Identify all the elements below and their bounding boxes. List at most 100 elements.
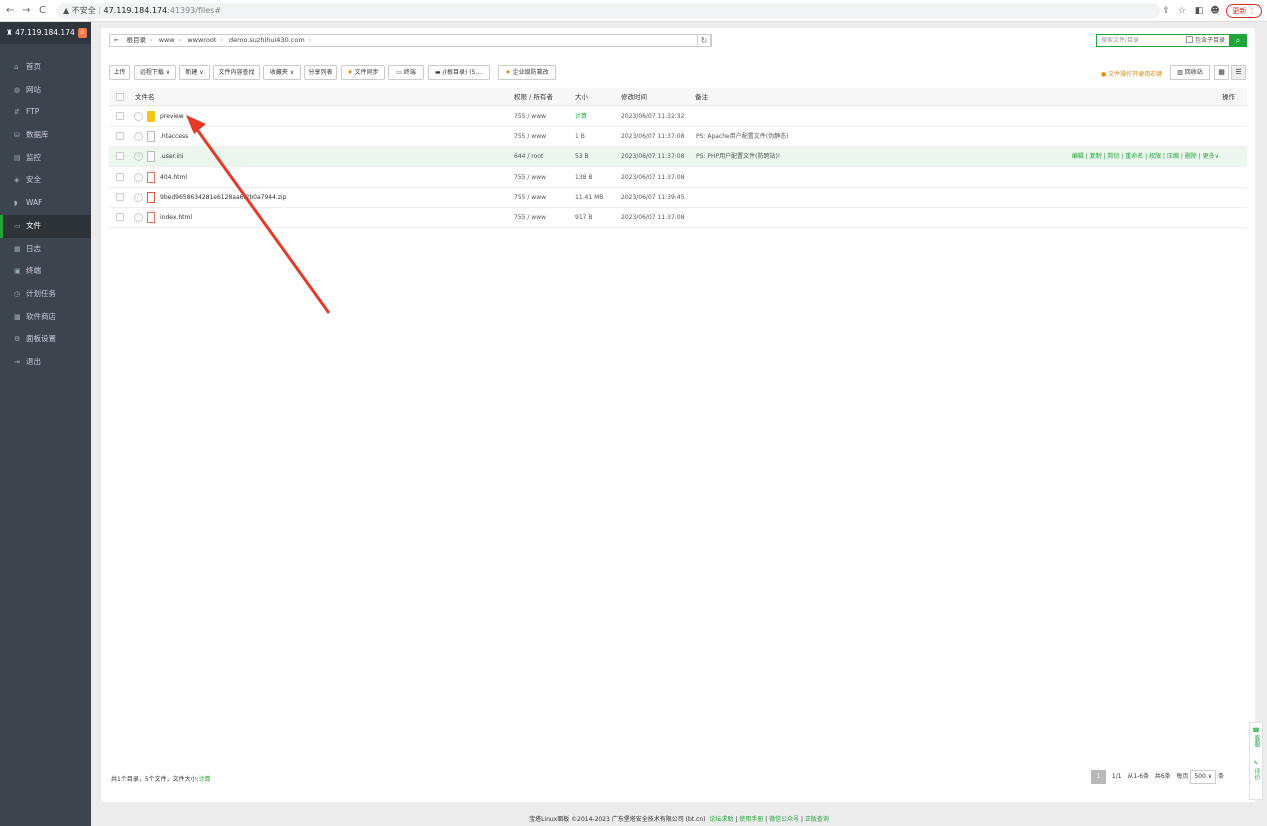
service-button[interactable]: ☎ 客服: [1250, 727, 1262, 750]
sidebar-icon: ▤: [14, 153, 21, 162]
row-checkbox[interactable]: [116, 192, 124, 201]
file-note[interactable]: PS: PHP用户配置文件(防跨站)!: [696, 147, 780, 167]
table-row[interactable]: ☆ preview 755 / www 计算 2023/06/07 11:32:32: [109, 107, 1247, 127]
sidebar-item-8[interactable]: ▦ 日志: [0, 238, 91, 261]
sidebar-item-5[interactable]: ◈ 安全: [0, 169, 91, 192]
server-header: ♜ 47.119.184.174 0: [0, 22, 91, 44]
file-size[interactable]: 计算: [575, 107, 587, 127]
share-list-button[interactable]: 分享列表: [304, 65, 337, 80]
url-host: 47.119.184.174: [103, 6, 168, 15]
grid-view-button[interactable]: ▦: [1214, 65, 1229, 80]
file-perm[interactable]: 755 / www: [514, 107, 546, 127]
select-all-checkbox[interactable]: [116, 93, 124, 101]
row-checkbox[interactable]: [116, 213, 124, 221]
share-icon[interactable]: ⇪: [1158, 3, 1174, 19]
favorite-star-icon[interactable]: ☆: [134, 112, 143, 121]
manual-link[interactable]: 使用手册: [739, 816, 763, 823]
notification-badge[interactable]: 0: [78, 28, 87, 38]
profile-icon[interactable]: ☻: [1207, 3, 1223, 19]
sidebar-item-13[interactable]: ⇥ 退出: [0, 351, 91, 374]
header-perm[interactable]: 权限 / 所有者: [514, 88, 553, 106]
forward-icon[interactable]: →: [22, 0, 30, 22]
terminal-button[interactable]: ▭ 终端: [388, 65, 424, 80]
sidebar-item-9[interactable]: ▣ 终端: [0, 260, 91, 283]
crumb-www[interactable]: www: [159, 36, 175, 44]
favorites-button[interactable]: 收藏夹 ∨: [263, 65, 301, 80]
file-perm[interactable]: 755 / www: [514, 208, 546, 228]
favorite-star-icon[interactable]: ☆: [134, 152, 143, 162]
favorite-star-icon[interactable]: ☆: [134, 213, 143, 222]
table-row[interactable]: ☆ 9bed9658634281e6128aa6f2b0a7944.zip 755 …: [109, 188, 1247, 208]
file-note[interactable]: PS: Apache用户配置文件(伪静态): [696, 127, 788, 147]
table-row[interactable]: ☆ .user.ini 644 / root 53 B 2023/06/07 11:37…: [109, 147, 1247, 168]
crumb-root[interactable]: 根目录: [127, 36, 147, 44]
sidebar-item-12[interactable]: ⚙ 面板设置: [0, 328, 91, 351]
refresh-button[interactable]: ↻: [697, 34, 711, 47]
review-button[interactable]: ✎ 评价: [1250, 760, 1262, 783]
new-button[interactable]: 新建 ∨: [179, 65, 210, 80]
row-checkbox[interactable]: [116, 112, 124, 120]
sidebar-item-0[interactable]: ⌂ 首页: [0, 56, 91, 79]
table-header: 文件名 权限 / 所有者 大小 修改时间 备注 操作: [109, 88, 1247, 106]
sidebar-item-11[interactable]: ▩ 软件商店: [0, 306, 91, 329]
favorite-star-icon[interactable]: ☆: [134, 192, 143, 202]
disk-button[interactable]: ▬ /(根目录) (5....: [428, 65, 490, 80]
crumb-wwwroot[interactable]: wwwroot: [187, 36, 216, 44]
file-name[interactable]: 9bed9658634281e6128aa6f2b0a7944.zip: [160, 188, 286, 208]
favorite-star-icon[interactable]: ☆: [134, 172, 143, 182]
crumb-site[interactable]: demo.suzhihui430.com: [229, 36, 305, 44]
header-name[interactable]: 文件名: [135, 88, 155, 106]
bookmark-star-icon[interactable]: ☆: [1174, 3, 1190, 19]
file-perm[interactable]: 644 / root: [514, 147, 543, 167]
sidebar-item-2[interactable]: ⇵ FTP: [0, 101, 91, 124]
file-name[interactable]: 404.html: [160, 168, 187, 188]
per-page-select[interactable]: 500 ∨: [1190, 770, 1217, 784]
update-button[interactable]: 更新 ⋮: [1226, 4, 1262, 18]
license-link[interactable]: 正版查询: [805, 816, 829, 823]
sidebar-item-7[interactable]: ▭ 文件: [0, 214, 91, 238]
file-name[interactable]: .user.ini: [160, 147, 184, 167]
wechat-link[interactable]: 微信公众号: [769, 816, 799, 823]
sidebar-item-4[interactable]: ▤ 监控: [0, 147, 91, 170]
sidebar-item-1[interactable]: ◍ 网站: [0, 79, 91, 102]
page-current[interactable]: 1: [1091, 770, 1106, 784]
file-name[interactable]: .htaccess: [160, 127, 188, 147]
calc-size-link[interactable]: 计算: [199, 776, 211, 783]
table-row[interactable]: ☆ index.html 755 / www 917 B 2023/06/07 11:3…: [109, 208, 1247, 228]
recycle-bin-button[interactable]: ▥ 回收站: [1170, 65, 1210, 80]
remote-download-button[interactable]: 远程下载 ∨: [134, 65, 176, 80]
table-row[interactable]: ☆ .htaccess 755 / www 1 B 2023/06/07 11:37:0…: [109, 127, 1247, 148]
list-view-button[interactable]: ☰: [1231, 65, 1246, 80]
sidebar-item-3[interactable]: ⛁ 数据库: [0, 124, 91, 147]
file-name[interactable]: preview: [160, 107, 184, 127]
row-operations[interactable]: 编辑 | 复制 | 剪切 | 重命名 | 权限 | 压缩 | 删除 | 更多∨: [1072, 147, 1219, 167]
tamper-protection-button[interactable]: ♦ 企业级防篡改: [498, 65, 556, 80]
sidebar-item-10[interactable]: ◷ 计划任务: [0, 283, 91, 306]
row-checkbox[interactable]: [116, 152, 124, 161]
favorite-star-icon[interactable]: ☆: [134, 132, 143, 142]
forum-link[interactable]: 论坛求助: [709, 816, 733, 823]
header-mtime[interactable]: 修改时间: [621, 88, 647, 106]
address-bar[interactable]: ▲ 不安全 | 47.119.184.174:41393/files#: [57, 3, 1160, 19]
row-checkbox[interactable]: [116, 172, 124, 181]
sidebar-item-6[interactable]: ◗ WAF: [0, 192, 91, 215]
zip-icon: [147, 191, 155, 203]
file-name[interactable]: index.html: [160, 208, 192, 228]
file-perm[interactable]: 755 / www: [514, 127, 546, 147]
content-search-button[interactable]: 文件内容查找: [213, 65, 260, 80]
sidebar-item-label: 退出: [26, 356, 41, 366]
file-sync-button[interactable]: ♦ 文件同步: [341, 65, 385, 80]
back-icon[interactable]: ←: [6, 0, 14, 22]
reload-icon[interactable]: C: [39, 0, 46, 22]
row-checkbox[interactable]: [116, 132, 124, 141]
sidepanel-icon[interactable]: ◧: [1191, 3, 1207, 19]
back-arrow-icon[interactable]: ←: [114, 36, 119, 44]
search-button[interactable]: ⌕: [1229, 34, 1247, 47]
include-subdir-checkbox[interactable]: 包含子目录: [1186, 36, 1225, 45]
header-size[interactable]: 大小: [575, 88, 588, 106]
upload-button[interactable]: 上传: [109, 65, 130, 80]
file-perm[interactable]: 755 / www: [514, 168, 546, 188]
file-perm[interactable]: 755 / www: [514, 188, 546, 208]
breadcrumb[interactable]: ← 根目录 › www › wwwroot › demo.suzhihui430.co…: [109, 34, 712, 47]
table-row[interactable]: ☆ 404.html 755 / www 138 B 2023/06/07 11:37:…: [109, 168, 1247, 188]
